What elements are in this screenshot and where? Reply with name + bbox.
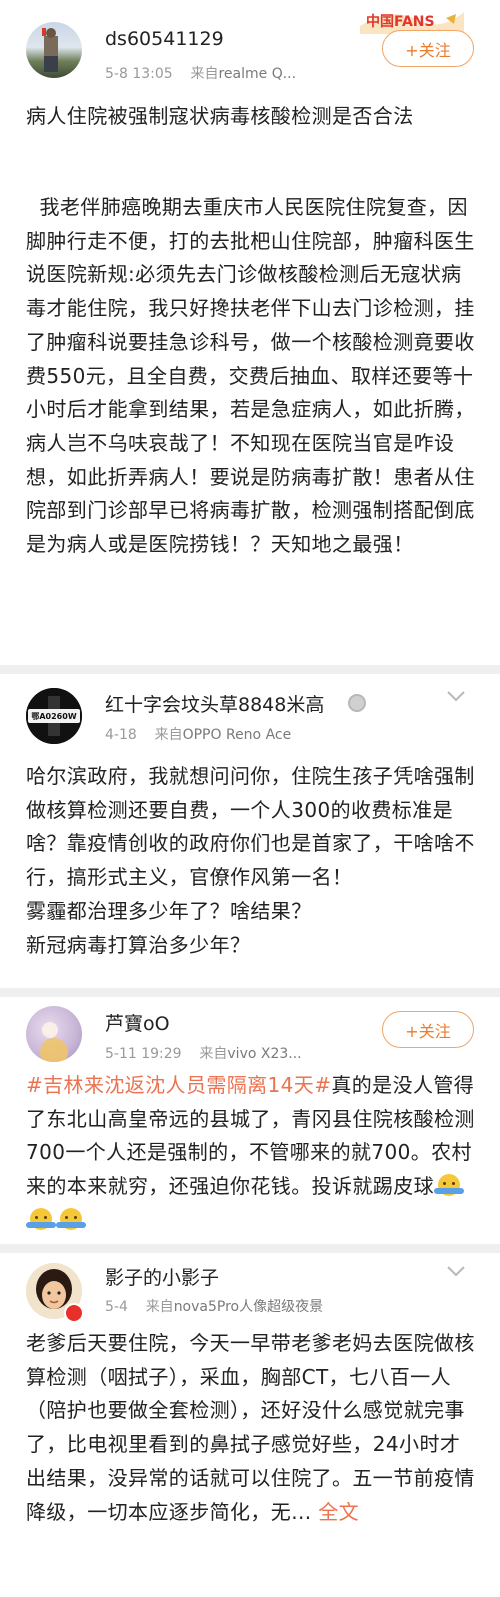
follow-label: +关注: [405, 1021, 451, 1041]
username[interactable]: 红十字会坟头草8848米高: [105, 690, 324, 717]
follow-button[interactable]: +关注: [382, 30, 474, 67]
hashtag-link[interactable]: #吉林来沈返沈人员需隔离14天#: [26, 1073, 331, 1097]
divider: [0, 988, 500, 997]
verified-badge-icon: [64, 1303, 84, 1323]
follow-button[interactable]: +关注: [382, 1011, 474, 1048]
post-3: 芦寶oO 5-11 19:29 来自vivo X23... +关注 #吉林来沈返…: [0, 997, 500, 1244]
source-prefix: 来自: [190, 66, 219, 82]
badge-text: 中国FANS: [366, 13, 435, 30]
post-1: ds60541129 5-8 13:05 来自realme Q... 中国FAN…: [0, 0, 500, 665]
read-more-link[interactable]: 全文: [318, 1500, 359, 1524]
divider: [0, 1244, 500, 1253]
shrug-emoji-icon: [434, 1174, 464, 1197]
username[interactable]: ds60541129: [105, 28, 224, 50]
post-meta: 5-4 来自nova5Pro人像超级夜景: [105, 1296, 323, 1316]
post-2: 鄂A0260W 红十字会坟头草8848米高 4-18 来自OPPO Reno A…: [0, 674, 500, 988]
avatar-plate: 鄂A0260W: [26, 688, 82, 744]
avatar-photo: [40, 1022, 68, 1062]
source-prefix: 来自: [199, 1046, 228, 1062]
source-prefix: 来自: [145, 1299, 174, 1315]
svg-text:鄂A0260W: 鄂A0260W: [31, 711, 76, 721]
post-title: 病人住院被强制寇状病毒核酸检测是否合法: [26, 104, 414, 128]
avatar[interactable]: 鄂A0260W: [26, 688, 82, 744]
post-time: 4-18: [105, 727, 137, 743]
chevron-down-icon[interactable]: [446, 690, 466, 702]
post-source: realme Q...: [218, 66, 297, 82]
post-body: 老爹后天要住院，今天一早带老爹老妈去医院做核算检测（咽拭子），采血，胸部CT，七…: [26, 1331, 475, 1524]
post-body: #吉林来沈返沈人员需隔离14天#真的是没人管得了东北山高皇帝远的县城了，青冈县住…: [26, 1069, 478, 1238]
avatar-photo: [42, 28, 58, 72]
post-source: vivo X23...: [227, 1046, 302, 1062]
post-body: 哈尔滨政府，我就想问问你，住院生孩子凭啥强制做核算检测还要自费，一个人300的收…: [26, 764, 475, 957]
post-time: 5-8 13:05: [105, 66, 173, 82]
post-body: 我老伴肺癌晚期去重庆市人民医院住院复查，因脚肿行走不便，打的去批杷山住院部，肿瘤…: [26, 195, 475, 557]
avatar[interactable]: [26, 1006, 82, 1062]
avatar[interactable]: [26, 22, 82, 78]
shrug-emoji-icon: [26, 1207, 56, 1230]
follow-label: +关注: [405, 40, 451, 60]
chevron-down-icon[interactable]: [446, 1265, 466, 1277]
member-badge-icon: [348, 694, 366, 712]
post-time: 5-11 19:29: [105, 1046, 182, 1062]
divider: [0, 665, 500, 674]
post-meta: 5-8 13:05 来自realme Q...: [105, 63, 296, 83]
source-prefix: 来自: [154, 727, 183, 743]
username[interactable]: 影子的小影子: [105, 1263, 219, 1290]
username[interactable]: 芦寶oO: [105, 1009, 170, 1036]
post-time: 5-4: [105, 1299, 128, 1315]
post-4: 影子的小影子 5-4 来自nova5Pro人像超级夜景 老爹后天要住院，今天一早…: [0, 1253, 500, 1597]
post-meta: 4-18 来自OPPO Reno Ace: [105, 724, 291, 744]
post-source: nova5Pro人像超级夜景: [173, 1299, 324, 1315]
post-meta: 5-11 19:29 来自vivo X23...: [105, 1043, 302, 1063]
post-source: OPPO Reno Ace: [182, 727, 292, 743]
shrug-emoji-icon: [56, 1207, 86, 1230]
